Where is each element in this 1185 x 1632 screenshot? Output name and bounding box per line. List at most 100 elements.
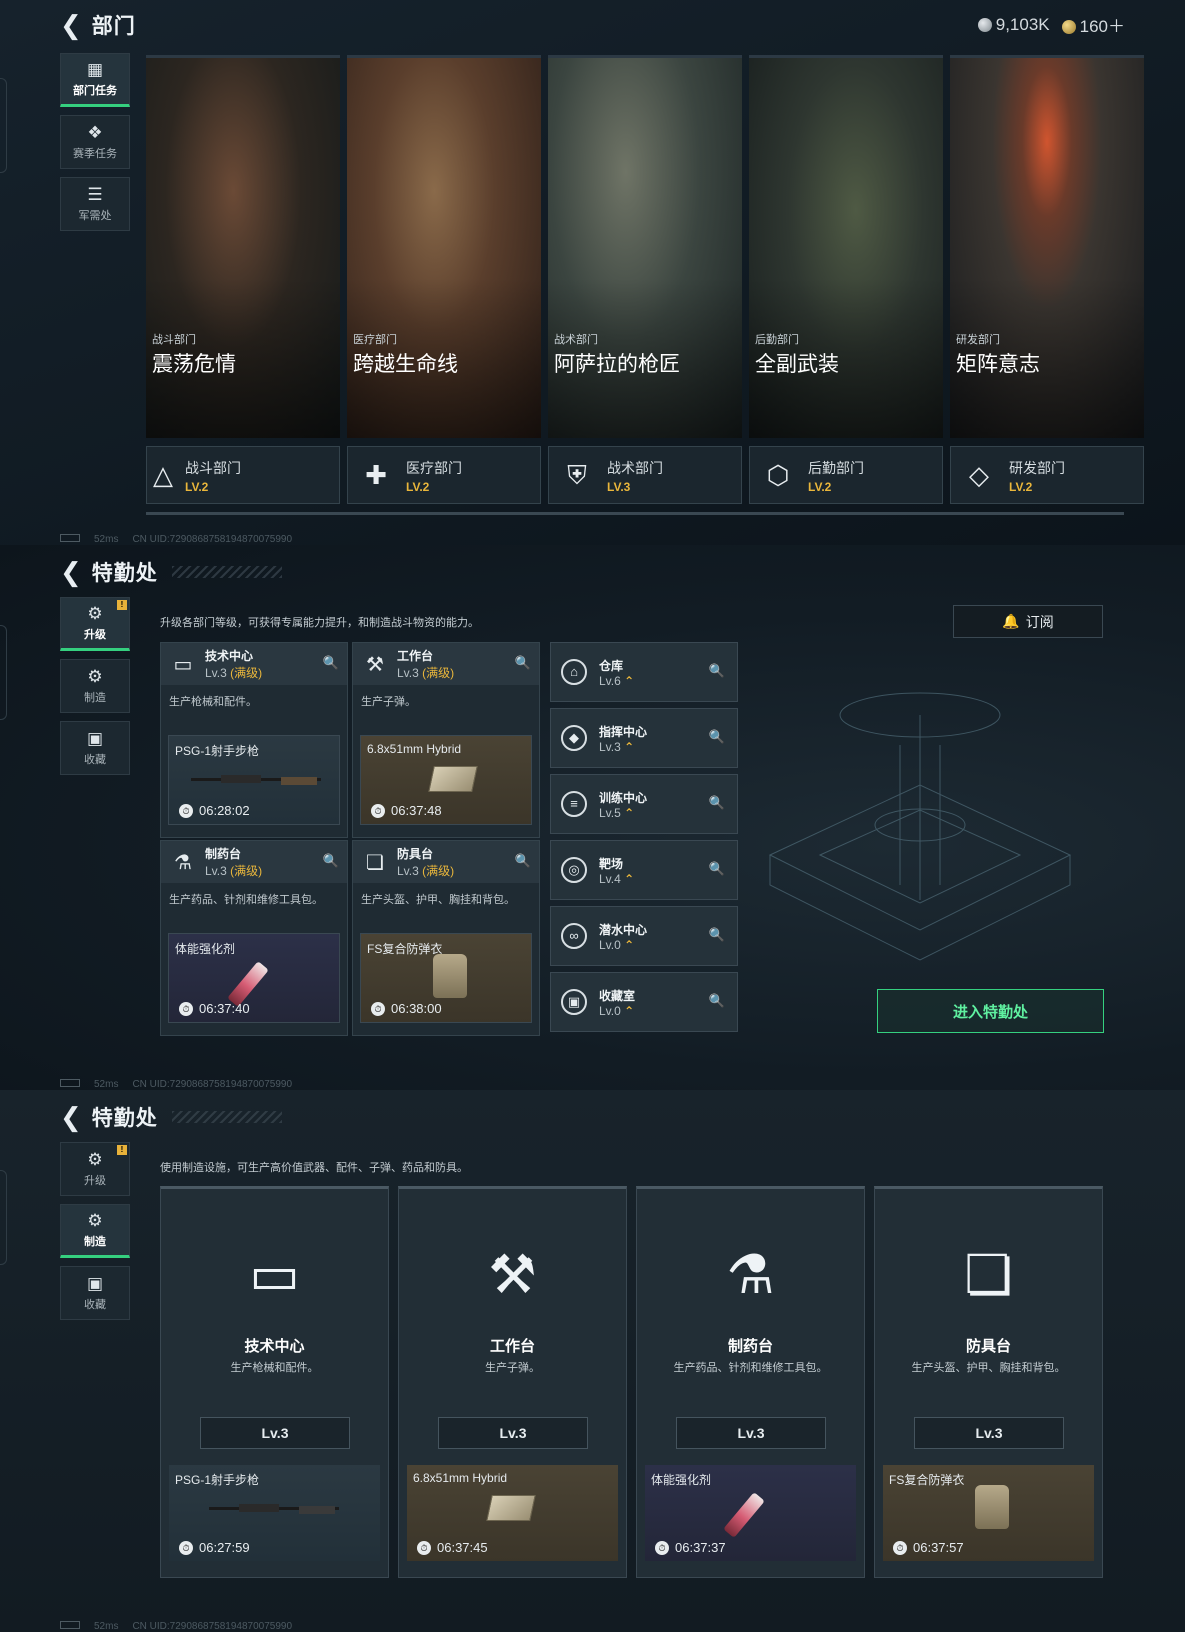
product-name: 体能强化剂 <box>175 942 236 956</box>
production-slot[interactable]: FS复合防弹衣 ⏱ 06:37:57 <box>883 1465 1094 1561</box>
timer-icon: ⏱ <box>655 1540 669 1555</box>
nav-craft[interactable]: ⚙ 制造 <box>60 659 130 713</box>
cubes-icon: ❏ <box>366 851 384 874</box>
department-card-logistics[interactable]: 后勤部门 全副武装 <box>749 55 943 438</box>
tab-research[interactable]: ◇ 研发部门 LV.2 <box>950 446 1144 504</box>
card-name: 防具台 <box>965 1338 1011 1355</box>
search-icon[interactable]: 🔍 <box>709 861 725 877</box>
tab-logistics[interactable]: ⬡ 后勤部门 LV.2 <box>749 446 943 504</box>
nav-upgrade[interactable]: ! ⚙ 升级 <box>60 597 130 651</box>
back-arrow-icon[interactable]: ❮ <box>60 12 82 38</box>
subscribe-label: 订阅 <box>1025 613 1054 630</box>
search-icon[interactable]: 🔍 <box>515 853 531 869</box>
horizontal-scrollbar[interactable] <box>146 512 1124 515</box>
search-icon[interactable]: 🔍 <box>709 993 725 1009</box>
side-nav: ! ⚙ 升级 ⚙ 制造 ▣ 收藏 <box>60 597 130 775</box>
battery-icon <box>60 1621 80 1629</box>
room-training-center[interactable]: ≡ 训练中心 Lv.5 ⌃ 🔍 <box>550 774 738 834</box>
search-icon[interactable]: 🔍 <box>709 927 725 943</box>
back-arrow-icon[interactable]: ❮ <box>60 1104 82 1130</box>
search-icon[interactable]: 🔍 <box>323 853 339 869</box>
subscribe-button[interactable]: 🔔 订阅 <box>953 605 1103 638</box>
task-icon: ▦ <box>86 59 104 79</box>
facility-name: 防具台 <box>397 847 434 861</box>
nav-craft[interactable]: ⚙ 制造 <box>60 1204 130 1258</box>
nav-collection[interactable]: ▣ 收藏 <box>60 721 130 775</box>
tab-name: 研发部门 <box>1009 460 1065 476</box>
room-name: 潜水中心 <box>599 922 648 937</box>
production-slot[interactable]: 体能强化剂 ⏱ 06:37:40 <box>168 933 340 1023</box>
nav-department-tasks[interactable]: ▦ 部门任务 <box>60 53 130 107</box>
collection-icon: ▣ <box>86 728 104 748</box>
department-cards: 战斗部门 震荡危情 医疗部门 跨越生命线 战术部门 阿萨拉的枪匠 后勤部门 全副… <box>146 55 1144 438</box>
search-icon[interactable]: 🔍 <box>709 729 725 745</box>
silver-amount: 9,103K <box>995 14 1050 34</box>
facility-tech-center[interactable]: ▭ 技术中心 Lv.3 (满级) 🔍 生产枪械和配件。 PSG-1射手步枪 ⏱ 0… <box>160 642 348 838</box>
edge-tab[interactable] <box>0 1170 7 1265</box>
department-card-research[interactable]: 研发部门 矩阵意志 <box>950 55 1144 438</box>
tab-name: 战术部门 <box>607 460 663 476</box>
gears-icon: ⚙ <box>87 666 103 686</box>
card-level: Lv.3 <box>676 1417 826 1449</box>
gold-amount: 160＋ <box>1079 17 1125 36</box>
production-slot[interactable]: 6.8x51mm Hybrid ⏱ 06:37:45 <box>407 1465 618 1561</box>
facility-header: ⚒ 工作台 Lv.3 (满级) 🔍 <box>353 643 539 685</box>
nav-collection[interactable]: ▣ 收藏 <box>60 1266 130 1320</box>
edge-tab[interactable] <box>0 78 7 173</box>
timer-icon: ⏱ <box>179 1540 193 1555</box>
season-icon: ❖ <box>87 122 103 142</box>
status-footer: 52ms CN UID:7290868758194870075990 <box>60 1079 292 1090</box>
facility-armor-bench[interactable]: ❏ 防具台 Lv.3 (满级) 🔍 生产头盔、护甲、胸挂和背包。 FS复合防弹衣… <box>352 840 540 1036</box>
room-level: Lv.3 <box>599 739 621 754</box>
craft-card-tech-center[interactable]: ▭ 技术中心 生产枪械和配件。 Lv.3 PSG-1射手步枪 ⏱ 06:27:59 <box>160 1186 389 1578</box>
card-name: 技术中心 <box>244 1338 305 1355</box>
enter-special-ops-button[interactable]: 进入特勤处 <box>877 989 1104 1033</box>
room-warehouse[interactable]: ⌂ 仓库 Lv.6 ⌃ 🔍 <box>550 642 738 702</box>
production-slot[interactable]: PSG-1射手步枪 ⏱ 06:28:02 <box>168 735 340 825</box>
search-icon[interactable]: 🔍 <box>515 655 531 671</box>
card-level: Lv.3 <box>200 1417 350 1449</box>
facility-header: ⚗ 制药台 Lv.3 (满级) 🔍 <box>161 841 347 883</box>
craft-card-workbench[interactable]: ⚒ 工作台 生产子弹。 Lv.3 6.8x51mm Hybrid ⏱ 06:37:… <box>398 1186 627 1578</box>
room-shooting-range[interactable]: ◎ 靶场 Lv.4 ⌃ 🔍 <box>550 840 738 900</box>
production-slot[interactable]: 体能强化剂 ⏱ 06:37:37 <box>645 1465 856 1561</box>
gold-currency[interactable]: 160＋ <box>1061 12 1125 37</box>
dumbbell-icon: ≡ <box>561 791 587 817</box>
tab-combat[interactable]: △ 战斗部门 LV.2 <box>146 446 340 504</box>
room-command-center[interactable]: ◆ 指挥中心 Lv.3 ⌃ 🔍 <box>550 708 738 768</box>
back-arrow-icon[interactable]: ❮ <box>60 559 82 585</box>
search-icon[interactable]: 🔍 <box>323 655 339 671</box>
side-nav: ▦ 部门任务 ❖ 赛季任务 ☰ 军需处 <box>60 53 130 231</box>
production-timer: 06:28:02 <box>199 803 250 818</box>
facility-workbench[interactable]: ⚒ 工作台 Lv.3 (满级) 🔍 生产子弹。 6.8x51mm Hybrid … <box>352 642 540 838</box>
product-name: 体能强化剂 <box>651 1473 712 1487</box>
edge-tab[interactable] <box>0 625 7 720</box>
tab-medical[interactable]: ✚ 医疗部门 LV.2 <box>347 446 541 504</box>
nav-upgrade[interactable]: ! ⚙ 升级 <box>60 1142 130 1196</box>
production-slot[interactable]: 6.8x51mm Hybrid ⏱ 06:37:48 <box>360 735 532 825</box>
nav-supply[interactable]: ☰ 军需处 <box>60 177 130 231</box>
body-armor-icon <box>975 1485 1009 1529</box>
nav-label: 制造 <box>84 1235 106 1248</box>
room-collection[interactable]: ▣ 收藏室 Lv.0 ⌃ 🔍 <box>550 972 738 1032</box>
tab-name: 后勤部门 <box>808 460 864 476</box>
card-description: 生产枪械和配件。 <box>230 1362 319 1374</box>
hexagon-icon: ⬡ <box>766 460 790 490</box>
department-card-tactical[interactable]: 战术部门 阿萨拉的枪匠 <box>548 55 742 438</box>
production-slot[interactable]: FS复合防弹衣 ⏱ 06:38:00 <box>360 933 532 1023</box>
craft-card-armor-bench[interactable]: ❏ 防具台 生产头盔、护甲、胸挂和背包。 Lv.3 FS复合防弹衣 ⏱ 06:37… <box>874 1186 1103 1578</box>
room-diving-center[interactable]: ∞ 潜水中心 Lv.0 ⌃ 🔍 <box>550 906 738 966</box>
product-name: PSG-1射手步枪 <box>175 744 260 758</box>
search-icon[interactable]: 🔍 <box>709 663 725 679</box>
nav-season-tasks[interactable]: ❖ 赛季任务 <box>60 115 130 169</box>
search-icon[interactable]: 🔍 <box>709 795 725 811</box>
special-ops-craft-panel: ❮ 特勤处 ! ⚙ 升级 ⚙ 制造 ▣ 收藏 使用制造设施，可生产高价值武器、配… <box>0 1090 1185 1632</box>
card-subtitle: 研发部门 <box>956 334 1000 346</box>
department-card-combat[interactable]: 战斗部门 震荡危情 <box>146 55 340 438</box>
production-slot[interactable]: PSG-1射手步枪 ⏱ 06:27:59 <box>169 1465 380 1561</box>
department-card-medical[interactable]: 医疗部门 跨越生命线 <box>347 55 541 438</box>
craft-card-pharmacy[interactable]: ⚗ 制药台 生产药品、针剂和维修工具包。 Lv.3 体能强化剂 ⏱ 06:37:3… <box>636 1186 865 1578</box>
tab-tactical[interactable]: ⛨ 战术部门 LV.3 <box>548 446 742 504</box>
facility-pharmacy[interactable]: ⚗ 制药台 Lv.3 (满级) 🔍 生产药品、针剂和维修工具包。 体能强化剂 ⏱… <box>160 840 348 1036</box>
ping-text: 52ms <box>94 1079 119 1090</box>
